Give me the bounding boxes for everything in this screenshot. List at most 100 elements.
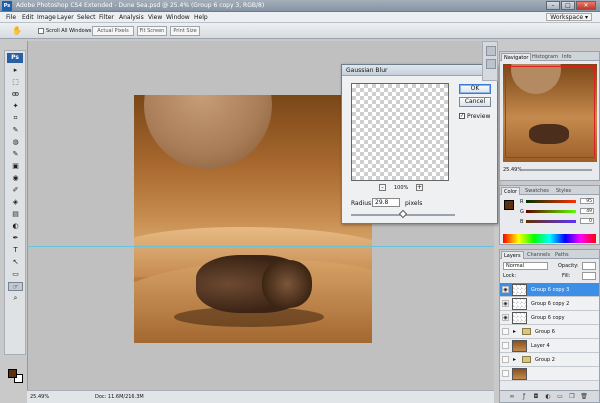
- opacity-input[interactable]: [582, 262, 596, 270]
- workspace-dropdown[interactable]: Workspace ▾: [546, 13, 592, 21]
- radius-slider-handle[interactable]: [398, 209, 408, 219]
- cancel-button[interactable]: Cancel: [459, 97, 491, 107]
- radius-input[interactable]: 29.8: [372, 198, 400, 207]
- print-size-button[interactable]: Print Size: [170, 26, 200, 36]
- eye-hidden-icon[interactable]: [502, 328, 509, 335]
- move-tool-icon[interactable]: ▸: [8, 66, 23, 75]
- menu-file[interactable]: File: [6, 14, 16, 21]
- preview-checkbox[interactable]: ✓: [459, 113, 465, 119]
- menu-image[interactable]: Image: [37, 14, 56, 21]
- ok-button[interactable]: OK: [459, 84, 491, 94]
- actual-pixels-button[interactable]: Actual Pixels: [92, 26, 134, 36]
- tab-channels[interactable]: Channels: [525, 251, 552, 259]
- eye-hidden-icon[interactable]: [502, 370, 509, 377]
- blur-tool-icon[interactable]: ▤: [8, 210, 23, 219]
- tab-swatches[interactable]: Swatches: [523, 187, 551, 195]
- path-selection-tool-icon[interactable]: ↖: [8, 258, 23, 267]
- color-spectrum-bar[interactable]: [503, 234, 596, 243]
- layer-row[interactable]: ◉ Group 6 copy: [500, 311, 599, 325]
- scroll-all-checkbox[interactable]: [38, 28, 44, 34]
- layer-row[interactable]: ▸ Group 6: [500, 325, 599, 339]
- eye-icon[interactable]: ◉: [502, 300, 509, 307]
- menu-view[interactable]: View: [148, 14, 162, 21]
- fill-input[interactable]: [582, 272, 596, 280]
- green-value[interactable]: 49: [580, 208, 594, 214]
- tab-styles[interactable]: Styles: [554, 187, 573, 195]
- eye-icon[interactable]: ◉: [502, 314, 509, 321]
- dodge-tool-icon[interactable]: ◐: [8, 222, 23, 231]
- layer-row[interactable]: ▸ Group 2: [500, 353, 599, 367]
- mask-icon[interactable]: ◘: [532, 393, 540, 401]
- horizontal-guide[interactable]: [27, 246, 494, 247]
- history-brush-tool-icon[interactable]: ◉: [8, 174, 23, 183]
- document-image[interactable]: [134, 95, 372, 343]
- lasso-tool-icon[interactable]: ꙭ: [8, 90, 23, 99]
- menu-edit[interactable]: Edit: [22, 14, 34, 21]
- eye-hidden-icon[interactable]: [502, 342, 509, 349]
- menu-help[interactable]: Help: [194, 14, 208, 21]
- shape-tool-icon[interactable]: ▭: [8, 270, 23, 279]
- navigator-zoom-level[interactable]: 25.49%: [503, 167, 522, 173]
- folder-icon[interactable]: ▭: [556, 393, 564, 401]
- foreground-color-swatch[interactable]: [8, 369, 17, 378]
- panel-toggle-icon[interactable]: [486, 59, 496, 69]
- red-slider[interactable]: [526, 200, 576, 203]
- fit-screen-button[interactable]: Fit Screen: [137, 26, 167, 36]
- layer-row[interactable]: Layer 4: [500, 339, 599, 353]
- green-slider[interactable]: [526, 210, 576, 213]
- dialog-title-bar[interactable]: Gaussian Blur x: [342, 65, 497, 76]
- preview-zoom-out-button[interactable]: -: [379, 184, 386, 191]
- blue-value[interactable]: 0: [580, 218, 594, 224]
- color-foreground-swatch[interactable]: [504, 200, 514, 210]
- brush-tool-icon[interactable]: ✎: [8, 150, 23, 159]
- expand-arrow-icon[interactable]: ▸: [513, 328, 516, 335]
- healing-brush-tool-icon[interactable]: ◍: [8, 138, 23, 147]
- link-icon[interactable]: ∞: [508, 393, 516, 401]
- tab-info[interactable]: Info: [560, 53, 573, 61]
- gradient-tool-icon[interactable]: ◈: [8, 198, 23, 207]
- layer-row[interactable]: ◉ Group 6 copy 3: [500, 283, 599, 297]
- tab-histogram[interactable]: Histogram: [530, 53, 560, 61]
- eyedropper-tool-icon[interactable]: ✎: [8, 126, 23, 135]
- tab-paths[interactable]: Paths: [553, 251, 571, 259]
- clone-stamp-tool-icon[interactable]: ▣: [8, 162, 23, 171]
- eye-icon[interactable]: ◉: [502, 286, 509, 293]
- preview-zoom-in-button[interactable]: +: [416, 184, 423, 191]
- eye-hidden-icon[interactable]: [502, 356, 509, 363]
- red-value[interactable]: 95: [580, 198, 594, 204]
- expand-arrow-icon[interactable]: ▸: [513, 356, 516, 363]
- zoom-level[interactable]: 25.49%: [30, 394, 49, 400]
- menu-window[interactable]: Window: [166, 14, 190, 21]
- crop-tool-icon[interactable]: ⌗: [8, 114, 23, 123]
- hand-tool-selected-icon[interactable]: ☞: [8, 282, 23, 291]
- fx-icon[interactable]: ƒ: [520, 393, 528, 401]
- navigator-zoom-slider[interactable]: [522, 169, 592, 171]
- zoom-tool-icon[interactable]: ⌕: [8, 294, 23, 303]
- menu-select[interactable]: Select: [77, 14, 96, 21]
- minimize-button[interactable]: –: [546, 1, 560, 10]
- tab-layers[interactable]: Layers: [501, 251, 524, 259]
- marquee-tool-icon[interactable]: ⬚: [8, 78, 23, 87]
- navigator-view-box[interactable]: [505, 66, 595, 158]
- quick-select-tool-icon[interactable]: ✦: [8, 102, 23, 111]
- blue-slider[interactable]: [526, 220, 576, 223]
- navigator-thumbnail[interactable]: [503, 64, 597, 162]
- type-tool-icon[interactable]: T: [8, 246, 23, 255]
- layer-row[interactable]: ◉ Group 6 copy 2: [500, 297, 599, 311]
- close-window-button[interactable]: ✕: [576, 1, 596, 10]
- tab-color[interactable]: Color: [501, 187, 521, 195]
- trash-icon[interactable]: 🗑: [580, 393, 588, 401]
- panel-toggle-icon[interactable]: [486, 46, 496, 56]
- blur-preview-window[interactable]: [351, 83, 449, 181]
- blend-mode-select[interactable]: Normal: [503, 262, 548, 270]
- menu-analysis[interactable]: Analysis: [119, 14, 144, 21]
- adjustment-icon[interactable]: ◐: [544, 393, 552, 401]
- layer-row[interactable]: [500, 367, 599, 381]
- pen-tool-icon[interactable]: ✒: [8, 234, 23, 243]
- new-layer-icon[interactable]: ❐: [568, 393, 576, 401]
- tab-navigator[interactable]: Navigator: [501, 53, 532, 61]
- menu-filter[interactable]: Filter: [99, 14, 114, 21]
- eraser-tool-icon[interactable]: ✐: [8, 186, 23, 195]
- menu-layer[interactable]: Layer: [57, 14, 74, 21]
- maximize-button[interactable]: □: [561, 1, 575, 10]
